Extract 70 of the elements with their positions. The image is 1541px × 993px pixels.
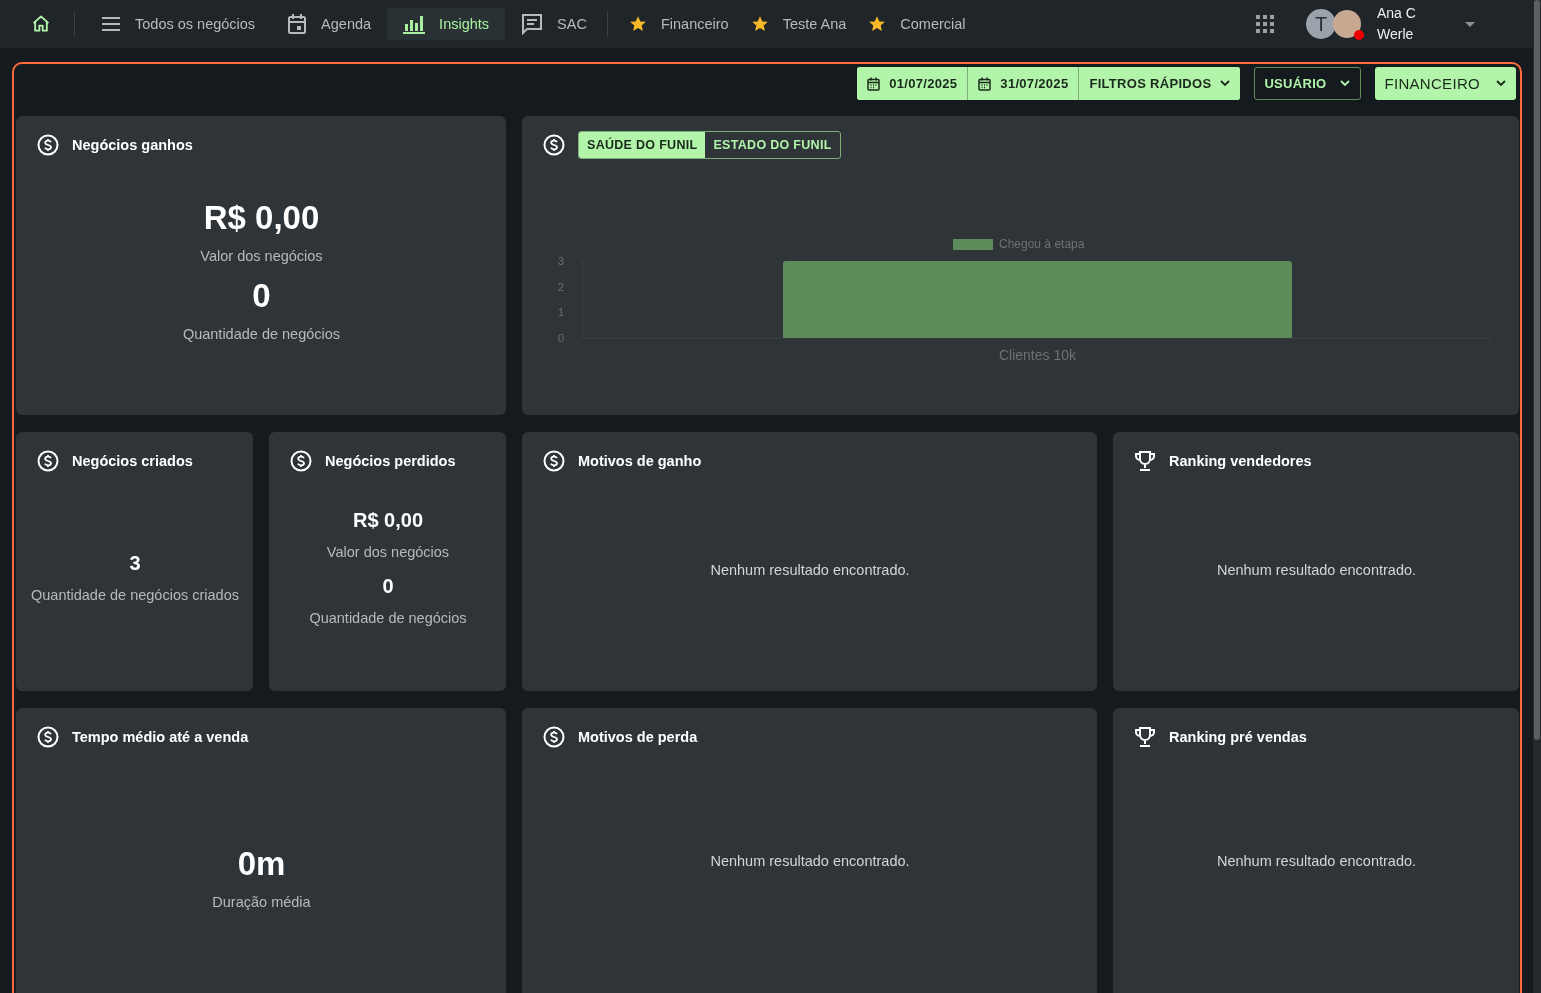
favorite-link[interactable]: Comercial — [857, 15, 977, 33]
filter-dropdown[interactable]: FINANCEIRO — [1375, 67, 1516, 100]
avatar[interactable]: T — [1306, 9, 1336, 39]
empty-message: Nenhum resultado encontrado. — [1216, 561, 1417, 580]
stat-label: Quantidade de negócios — [309, 608, 467, 628]
chevron-icon — [1496, 80, 1506, 87]
axis-tick-label: 2 — [557, 280, 565, 293]
stat-label: Valor dos negócios — [200, 246, 323, 266]
nav-tab[interactable]: SAC — [505, 8, 603, 40]
favorite-link[interactable]: Financeiro — [617, 15, 740, 33]
stat-value: 0 — [382, 573, 394, 599]
nav-tab[interactable]: Insights — [387, 8, 506, 40]
empty-message: Nenhum resultado encontrado. — [710, 853, 910, 871]
chevron-icon — [1220, 80, 1231, 87]
date-picker-button[interactable]: 01/07/2025 — [857, 67, 969, 100]
trophy-icon — [1134, 726, 1156, 748]
stat-value: 0 — [252, 275, 271, 316]
apps-grid-icon[interactable] — [1256, 15, 1274, 33]
star-icon — [750, 15, 769, 33]
card-title: Negócios perdidos — [325, 453, 456, 469]
stat-value: 0m — [237, 844, 286, 884]
chevron-icon — [1340, 80, 1351, 87]
legend-label: Chegou à etapa — [999, 237, 1085, 251]
star-icon — [868, 15, 887, 33]
dollar-icon — [543, 134, 565, 156]
stat-label: Valor dos negócios — [326, 542, 450, 562]
calendar-icon — [287, 13, 308, 35]
dollar-icon — [543, 450, 565, 472]
axis-tick-label: 3 — [557, 255, 565, 267]
nav-tab[interactable]: Agenda — [271, 8, 388, 40]
scrollbar[interactable] — [1533, 0, 1541, 993]
funnel-tab[interactable]: ESTADO DO FUNIL — [705, 132, 840, 158]
card-title: Negócios ganhos — [72, 137, 193, 153]
dollar-icon — [37, 726, 59, 748]
card-title: Ranking pré vendas — [1169, 729, 1307, 745]
stat-value: 3 — [129, 550, 141, 576]
avatar-photo[interactable] — [1333, 10, 1361, 38]
card-title: Ranking vendedores — [1169, 453, 1312, 469]
card-title: Motivos de perda — [578, 729, 698, 745]
stat-label: Duração média — [212, 893, 311, 912]
dollar-icon — [543, 726, 565, 748]
stat-value: R$ 0,00 — [203, 197, 320, 238]
card-title: Negócios criados — [72, 453, 193, 469]
calendar-icon — [978, 76, 992, 91]
trophy-icon — [1134, 450, 1156, 472]
user-name: Ana C Werle — [1377, 4, 1417, 44]
empty-message: Nenhum resultado encontrado. — [1216, 853, 1417, 871]
empty-message: Nenhum resultado encontrado. — [710, 561, 910, 580]
stat-value: R$ 0,00 — [352, 507, 424, 533]
menu-icon — [101, 16, 121, 32]
filter-dropdown[interactable]: USUÁRIO — [1254, 67, 1362, 100]
dollar-icon — [290, 450, 312, 472]
card-title: Motivos de ganho — [578, 453, 702, 469]
nav-tab[interactable]: Todos os negócios — [85, 8, 272, 40]
axis-tick-label: 1 — [557, 306, 565, 319]
dollar-icon — [37, 450, 59, 472]
calendar-icon — [867, 76, 881, 91]
category-label: Clientes 10k — [999, 347, 1076, 363]
status-dot — [1354, 30, 1364, 40]
star-icon — [628, 15, 647, 33]
bar-chart-icon — [403, 14, 426, 34]
favorite-link[interactable]: Teste Ana — [739, 15, 858, 33]
dropdown-caret-icon[interactable] — [1465, 21, 1475, 27]
funnel-tab[interactable]: SAÚDE DO FUNIL — [579, 132, 706, 158]
card-title: Tempo médio até a venda — [72, 729, 249, 745]
home-icon[interactable] — [31, 14, 51, 34]
dollar-icon — [37, 134, 59, 156]
stat-label: Quantidade de negócios — [182, 324, 341, 344]
stat-label: Quantidade de negócios criados — [31, 585, 239, 605]
chat-icon — [521, 13, 544, 35]
